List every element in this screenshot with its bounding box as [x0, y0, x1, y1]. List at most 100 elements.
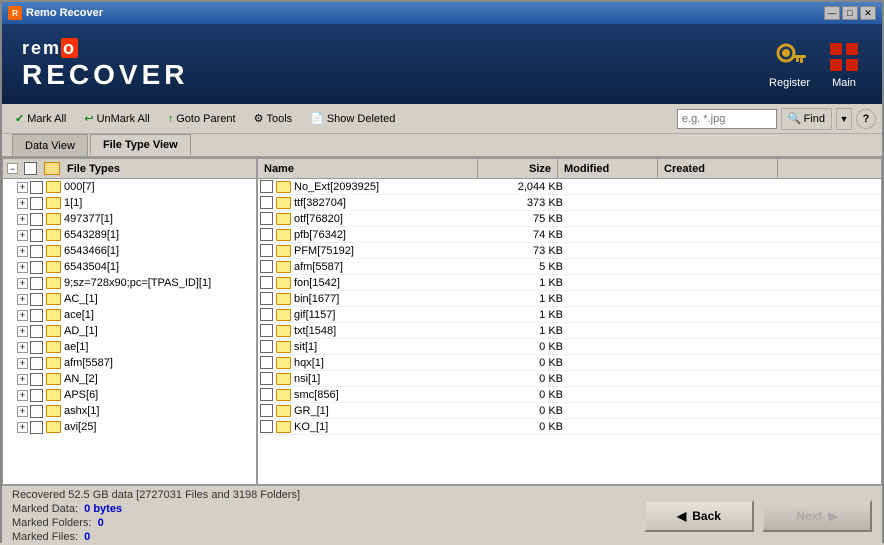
- main-button[interactable]: Main: [826, 39, 862, 89]
- tools-button[interactable]: ⚙ Tools: [247, 107, 300, 131]
- tree-item-expand[interactable]: +: [17, 278, 28, 289]
- file-row[interactable]: bin[1677] 1 KB: [258, 291, 881, 307]
- tree-item-expand[interactable]: +: [17, 422, 28, 433]
- tree-item-checkbox[interactable]: [30, 357, 43, 370]
- file-row[interactable]: hqx[1] 0 KB: [258, 355, 881, 371]
- tree-item[interactable]: + 6543289[1]: [3, 227, 256, 243]
- tree-item-checkbox[interactable]: [30, 421, 43, 434]
- col-header-created[interactable]: Created: [658, 159, 778, 178]
- file-row[interactable]: afm[5587] 5 KB: [258, 259, 881, 275]
- file-checkbox[interactable]: [260, 388, 273, 401]
- file-row[interactable]: txt[1548] 1 KB: [258, 323, 881, 339]
- tree-item-expand[interactable]: +: [17, 310, 28, 321]
- tree-item-checkbox[interactable]: [30, 229, 43, 242]
- tree-body[interactable]: + 000[7] + 1[1] + 497377[1] + 6543289[1]…: [3, 179, 256, 484]
- tree-item-checkbox[interactable]: [30, 181, 43, 194]
- tree-item-expand[interactable]: +: [17, 262, 28, 273]
- back-button[interactable]: ◀ Back: [644, 500, 754, 532]
- goto-parent-button[interactable]: ↑ Goto Parent: [161, 107, 243, 131]
- file-row[interactable]: GR_[1] 0 KB: [258, 403, 881, 419]
- file-row[interactable]: fon[1542] 1 KB: [258, 275, 881, 291]
- file-checkbox[interactable]: [260, 196, 273, 209]
- tree-item-expand[interactable]: +: [17, 342, 28, 353]
- tree-item-expand[interactable]: +: [17, 230, 28, 241]
- mark-all-button[interactable]: ✓ Mark All: [8, 107, 73, 131]
- unmark-all-button[interactable]: ↩ UnMark All: [77, 107, 156, 131]
- file-checkbox[interactable]: [260, 260, 273, 273]
- file-row[interactable]: otf[76820] 75 KB: [258, 211, 881, 227]
- tree-item[interactable]: + avi[25]: [3, 419, 256, 435]
- minimize-button[interactable]: —: [824, 6, 840, 20]
- tree-item-expand[interactable]: +: [17, 358, 28, 369]
- tab-file-type-view[interactable]: File Type View: [90, 134, 191, 156]
- file-row[interactable]: gif[1157] 1 KB: [258, 307, 881, 323]
- file-row[interactable]: KO_[1] 0 KB: [258, 419, 881, 435]
- find-button[interactable]: 🔍 Find: [781, 108, 832, 130]
- tree-item[interactable]: + ashx[1]: [3, 403, 256, 419]
- register-button[interactable]: Register: [769, 39, 810, 89]
- tree-item-checkbox[interactable]: [30, 405, 43, 418]
- tab-data-view[interactable]: Data View: [12, 134, 88, 156]
- tree-item-expand[interactable]: +: [17, 198, 28, 209]
- dropdown-arrow[interactable]: ▼: [836, 108, 852, 130]
- tree-item-checkbox[interactable]: [30, 197, 43, 210]
- tree-item-checkbox[interactable]: [30, 261, 43, 274]
- show-deleted-button[interactable]: 📄 Show Deleted: [303, 107, 402, 131]
- tree-item-expand[interactable]: +: [17, 294, 28, 305]
- col-header-size[interactable]: Size: [478, 159, 558, 178]
- tree-item-checkbox[interactable]: [30, 389, 43, 402]
- col-header-name[interactable]: Name: [258, 159, 478, 178]
- file-checkbox[interactable]: [260, 404, 273, 417]
- tree-item-checkbox[interactable]: [30, 341, 43, 354]
- file-row[interactable]: smc[856] 0 KB: [258, 387, 881, 403]
- next-button[interactable]: Next ▶: [762, 500, 872, 532]
- tree-item-expand[interactable]: +: [17, 374, 28, 385]
- file-checkbox[interactable]: [260, 276, 273, 289]
- tree-item[interactable]: + AD_[1]: [3, 323, 256, 339]
- file-checkbox[interactable]: [260, 340, 273, 353]
- tree-item-checkbox[interactable]: [30, 309, 43, 322]
- help-button[interactable]: ?: [856, 109, 876, 129]
- tree-item[interactable]: + 1[1]: [3, 195, 256, 211]
- file-row[interactable]: nsi[1] 0 KB: [258, 371, 881, 387]
- file-checkbox[interactable]: [260, 372, 273, 385]
- tree-item-expand[interactable]: +: [17, 326, 28, 337]
- search-input[interactable]: [677, 109, 777, 129]
- tree-item[interactable]: + 9;sz=728x90;pc=[TPAS_ID][1]: [3, 275, 256, 291]
- tree-item[interactable]: + APS[6]: [3, 387, 256, 403]
- tree-root-expand[interactable]: −: [7, 163, 18, 174]
- tree-item-expand[interactable]: +: [17, 182, 28, 193]
- file-row[interactable]: pfb[76342] 74 KB: [258, 227, 881, 243]
- tree-item-checkbox[interactable]: [30, 325, 43, 338]
- maximize-button[interactable]: □: [842, 6, 858, 20]
- tree-item-expand[interactable]: +: [17, 246, 28, 257]
- file-checkbox[interactable]: [260, 228, 273, 241]
- file-checkbox[interactable]: [260, 244, 273, 257]
- file-checkbox[interactable]: [260, 180, 273, 193]
- tree-item-expand[interactable]: +: [17, 390, 28, 401]
- tree-item[interactable]: + afm[5587]: [3, 355, 256, 371]
- title-bar-controls[interactable]: — □ ✕: [824, 6, 876, 20]
- tree-item[interactable]: + ace[1]: [3, 307, 256, 323]
- file-checkbox[interactable]: [260, 420, 273, 433]
- tree-item-expand[interactable]: +: [17, 214, 28, 225]
- tree-root-checkbox[interactable]: [24, 162, 37, 175]
- close-button[interactable]: ✕: [860, 6, 876, 20]
- tree-item[interactable]: + 497377[1]: [3, 211, 256, 227]
- tree-item-checkbox[interactable]: [30, 245, 43, 258]
- col-header-modified[interactable]: Modified: [558, 159, 658, 178]
- tree-item-checkbox[interactable]: [30, 293, 43, 306]
- file-checkbox[interactable]: [260, 324, 273, 337]
- tree-item-checkbox[interactable]: [30, 213, 43, 226]
- tree-item[interactable]: + 6543466[1]: [3, 243, 256, 259]
- file-checkbox[interactable]: [260, 356, 273, 369]
- tree-item[interactable]: + ae[1]: [3, 339, 256, 355]
- file-row[interactable]: PFM[75192] 73 KB: [258, 243, 881, 259]
- tree-item-expand[interactable]: +: [17, 406, 28, 417]
- file-checkbox[interactable]: [260, 308, 273, 321]
- tree-item[interactable]: + AC_[1]: [3, 291, 256, 307]
- file-list-body[interactable]: No_Ext[2093925] 2,044 KB ttf[382704] 373…: [258, 179, 881, 484]
- file-checkbox[interactable]: [260, 212, 273, 225]
- tree-item-checkbox[interactable]: [30, 277, 43, 290]
- tree-item-checkbox[interactable]: [30, 373, 43, 386]
